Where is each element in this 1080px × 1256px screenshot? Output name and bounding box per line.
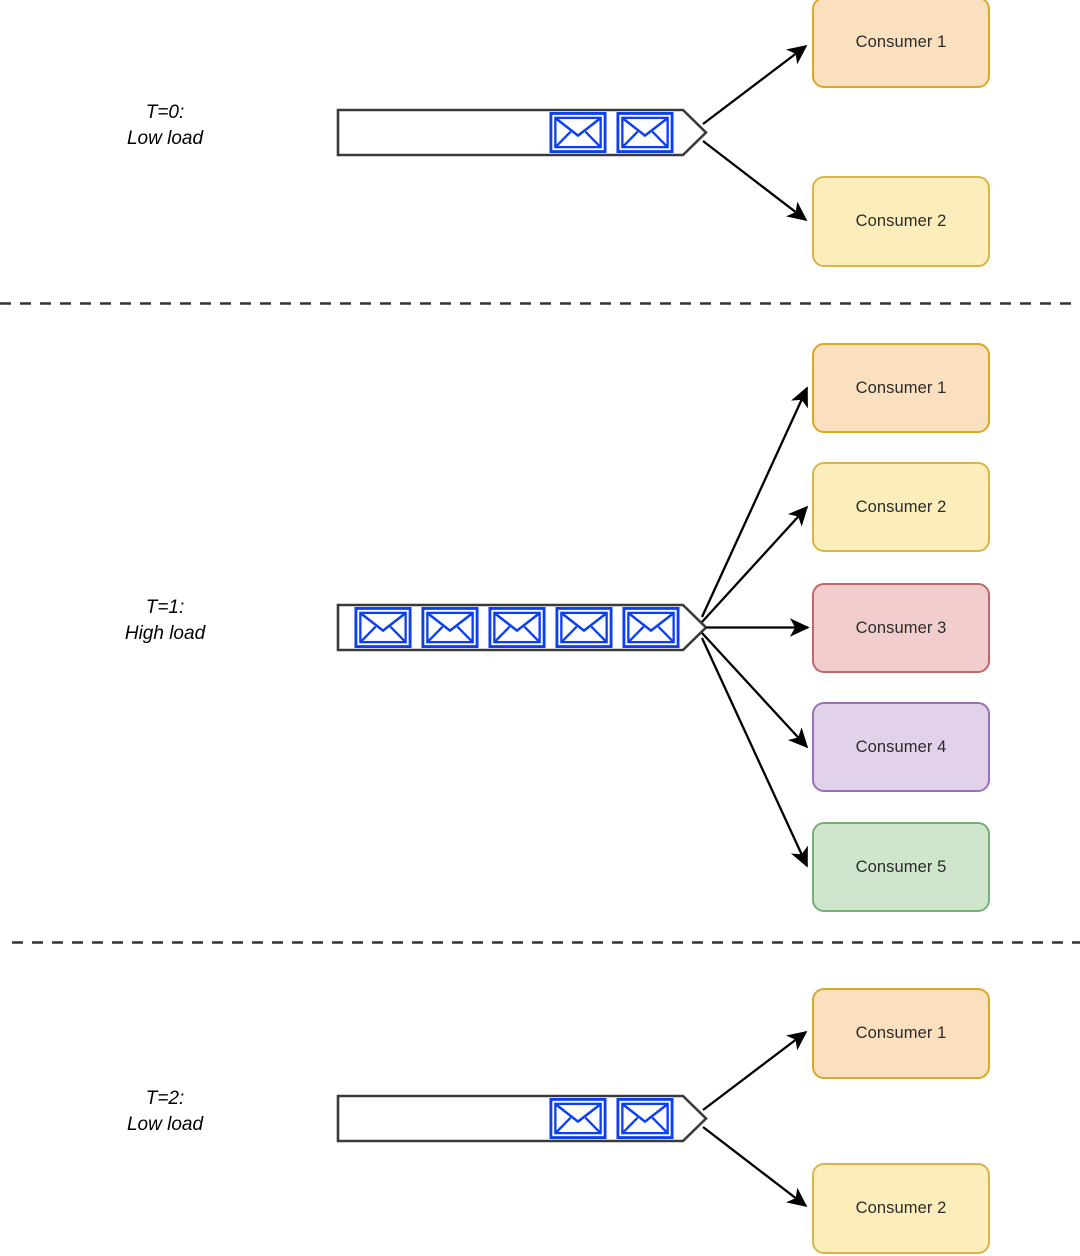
arrow-t1-consumer4 [701,632,809,749]
arrow-t1-consumer1 [700,386,809,618]
queue-t1 [336,603,708,652]
queue-t1-arrows [700,386,810,868]
consumer-box-t1-3[interactable]: Consumer 3 [812,583,990,673]
arrow-t1-consumer5 [700,637,809,868]
arrow-t0-consumer1 [702,44,808,125]
stage-label-t0: T=0: Low load [126,102,204,149]
consumer-box-t1-5[interactable]: Consumer 5 [812,822,990,912]
arrow-t0-consumer2 [702,140,808,222]
stage-label-t1: T=1: High load [124,597,206,644]
queue-t0-arrows [702,44,808,222]
envelope-icon [354,607,412,648]
arrow-t1-consumer2 [701,505,809,623]
consumer-box-t1-4[interactable]: Consumer 4 [812,702,990,792]
arrow-t2-consumer2 [702,1126,808,1208]
queue-t0 [336,108,708,157]
envelope-icon [488,607,546,648]
consumer-box-t2-2[interactable]: Consumer 2 [812,1163,990,1254]
diagram-canvas: T=0: Low load T=1: High load T=2: Low lo… [0,0,1080,1256]
arrow-t2-consumer1 [702,1030,808,1111]
envelope-icon [549,112,607,153]
queue-t2 [336,1094,708,1143]
consumer-box-t0-1[interactable]: Consumer 1 [812,0,990,88]
envelope-icon [616,1098,674,1139]
queue-t2-arrows [702,1030,808,1208]
envelope-icon [549,1098,607,1139]
envelope-icon [622,607,680,648]
consumer-box-t0-2[interactable]: Consumer 2 [812,176,990,267]
envelope-icon [616,112,674,153]
consumer-box-t1-2[interactable]: Consumer 2 [812,462,990,552]
envelope-icon [421,607,479,648]
consumer-box-t1-1[interactable]: Consumer 1 [812,343,990,433]
consumer-box-t2-1[interactable]: Consumer 1 [812,988,990,1079]
stage-label-t2: T=2: Low load [126,1088,204,1135]
envelope-icon [555,607,613,648]
